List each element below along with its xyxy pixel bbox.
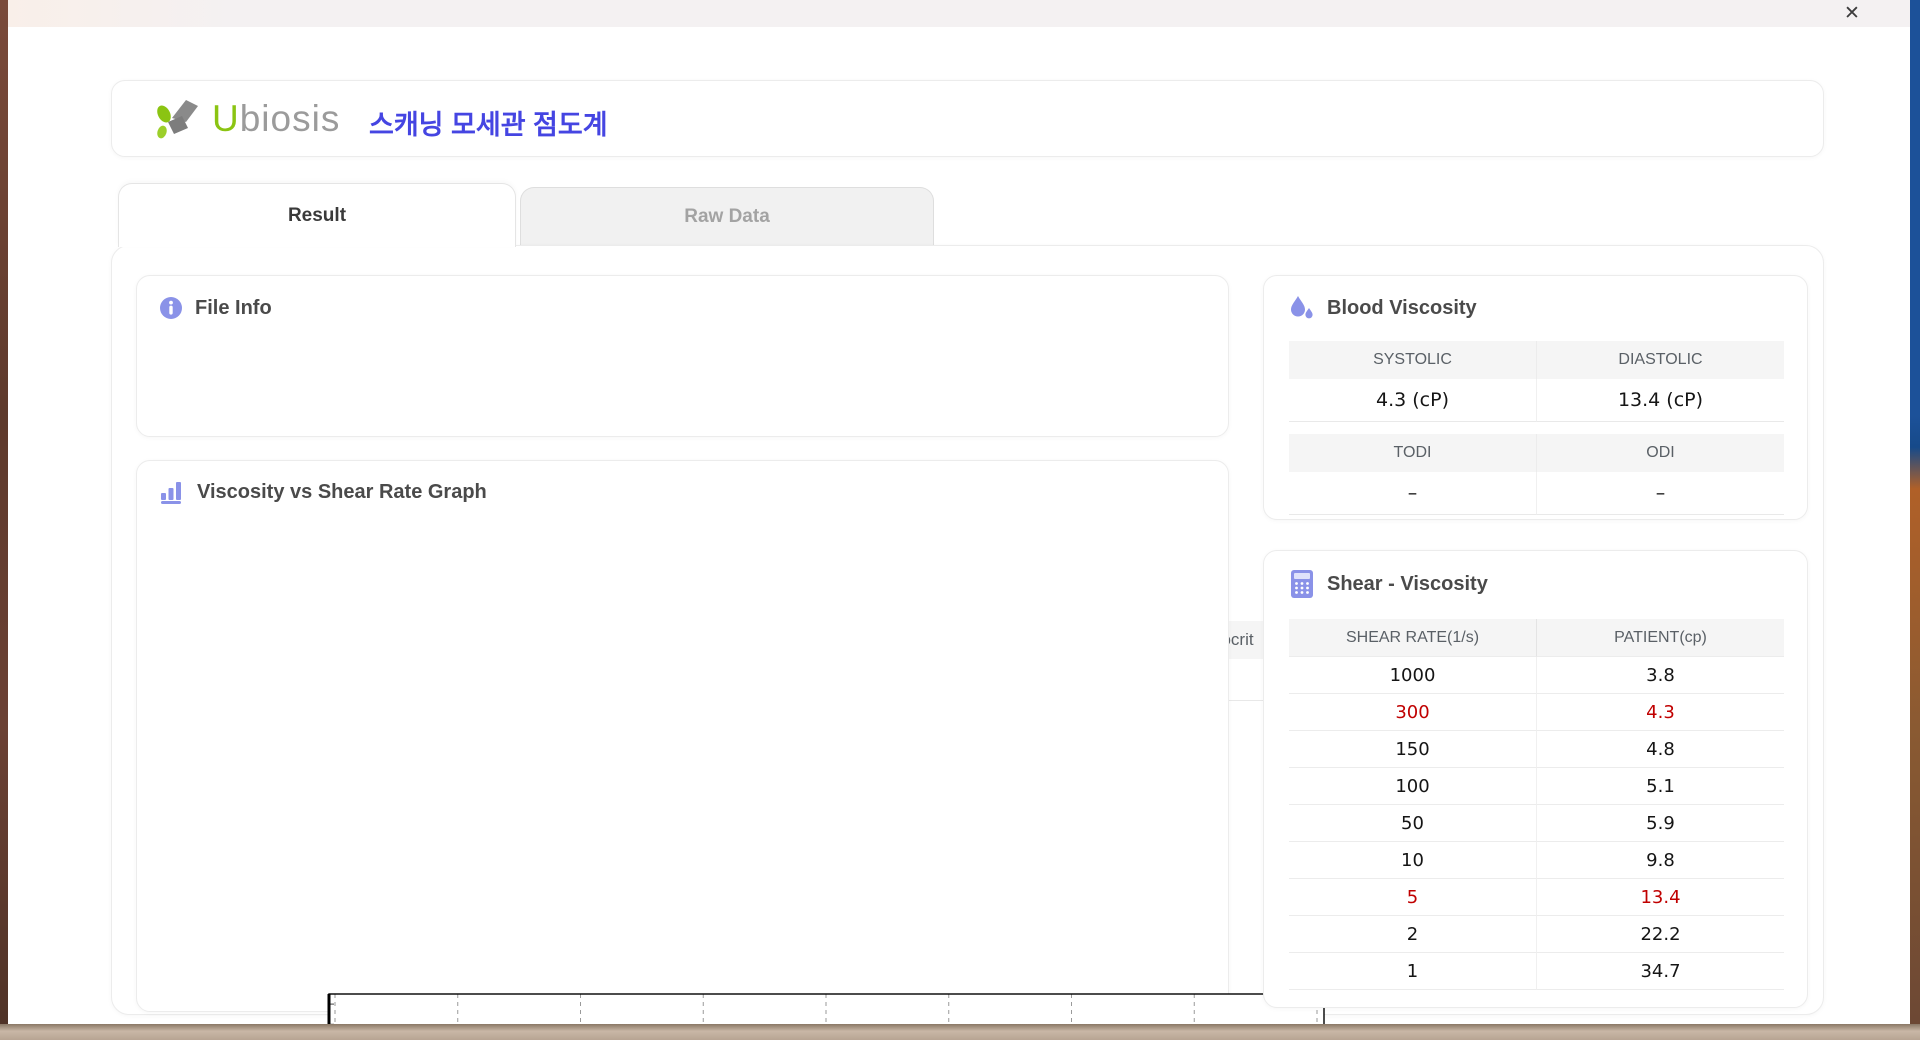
- patient-cell: 34.7: [1537, 953, 1784, 990]
- ubiosis-leaf-icon: [152, 92, 206, 147]
- shear-viscosity-table: SHEAR RATE(1/s) PATIENT(cp) 1000 3.8 300 4.…: [1289, 619, 1784, 990]
- systolic-header: SYSTOLIC: [1289, 341, 1537, 379]
- table-row: 1000 3.8: [1289, 657, 1784, 694]
- table-header-row: TODI ODI: [1289, 434, 1784, 472]
- table-row: 1 34.7: [1289, 953, 1784, 990]
- odi-value: –: [1537, 472, 1784, 515]
- patient-cell: 4.8: [1537, 731, 1784, 768]
- brand-logo: Ubiosis: [152, 95, 340, 143]
- blood-viscosity-table: SYSTOLIC DIASTOLIC 4.3 (cP) 13.4 (cP) TO…: [1289, 341, 1784, 515]
- shear-rate-column-header: SHEAR RATE(1/s): [1289, 619, 1537, 657]
- table-header-row: SYSTOLIC DIASTOLIC: [1289, 341, 1784, 379]
- table-row: 10 9.8: [1289, 842, 1784, 879]
- shear-rate-cell: 10: [1289, 842, 1537, 879]
- app-window: ✕ Ubiosis 스캐닝 모세관 점도계 Result Raw Data Fi…: [8, 0, 1910, 1040]
- table-row: 150 4.8: [1289, 731, 1784, 768]
- shear-rate-cell: 1000: [1289, 657, 1537, 694]
- blood-viscosity-title: Blood Viscosity: [1289, 294, 1477, 322]
- tab-result[interactable]: Result: [118, 183, 516, 247]
- table-header-row: SHEAR RATE(1/s) PATIENT(cp): [1289, 619, 1784, 657]
- shear-rate-cell: 100: [1289, 768, 1537, 805]
- shear-viscosity-title: Shear - Viscosity: [1289, 569, 1488, 599]
- shear-rate-cell: 5: [1289, 879, 1537, 916]
- diastolic-header: DIASTOLIC: [1618, 351, 1703, 368]
- app-title: 스캐닝 모세관 점도계: [369, 110, 608, 140]
- droplets-icon: [1289, 294, 1315, 322]
- patient-column-header: PATIENT(cp): [1537, 619, 1784, 657]
- file-info-title: File Info: [159, 296, 272, 320]
- table-row: 5 13.4: [1289, 879, 1784, 916]
- shear-viscosity-card: Shear - Viscosity SHEAR RATE(1/s) PATIEN…: [1263, 550, 1808, 1008]
- header-card: Ubiosis 스캐닝 모세관 점도계: [111, 80, 1824, 157]
- patient-cell: 4.3: [1537, 694, 1784, 731]
- diastolic-value: 13.4 (cP): [1537, 379, 1784, 422]
- desktop-edge-left: [0, 0, 8, 1040]
- table-row: 300 4.3: [1289, 694, 1784, 731]
- graph-title: Viscosity vs Shear Rate Graph: [159, 479, 487, 505]
- shear-rate-cell: 50: [1289, 805, 1537, 842]
- table-row: 2 22.2: [1289, 916, 1784, 953]
- close-icon[interactable]: ✕: [1840, 2, 1864, 25]
- shear-rate-cell: 300: [1289, 694, 1537, 731]
- table-row: 50 5.9: [1289, 805, 1784, 842]
- patient-cell: 5.1: [1537, 768, 1784, 805]
- window-titlebar: ✕: [8, 0, 1910, 27]
- shear-rate-cell: 2: [1289, 916, 1537, 953]
- todi-header: TODI: [1289, 434, 1537, 472]
- bar-chart-icon: [159, 479, 185, 505]
- info-icon: [159, 296, 183, 320]
- graph-card: Viscosity vs Shear Rate Graph 1251050100…: [136, 460, 1325, 1040]
- file-info-card: File Info Scanning Date 2025-08-28 Assem…: [136, 275, 1337, 701]
- tab-raw-data[interactable]: Raw Data: [520, 187, 934, 246]
- blood-viscosity-card: Blood Viscosity SYSTOLIC DIASTOLIC 4.3 (…: [1263, 275, 1808, 520]
- table-row: 100 5.1: [1289, 768, 1784, 805]
- patient-cell: 9.8: [1537, 842, 1784, 879]
- shear-rate-cell: 150: [1289, 731, 1537, 768]
- systolic-value: 4.3 (cP): [1289, 379, 1537, 422]
- patient-cell: 5.9: [1537, 805, 1784, 842]
- shear-rate-cell: 1: [1289, 953, 1537, 990]
- shear-table-rows: 1000 3.8 300 4.3 150 4.8 100 5.1 50 5.9 10 9.8 5 13.4…: [1289, 657, 1784, 990]
- odi-header: ODI: [1646, 444, 1675, 461]
- table-value-row: – –: [1289, 472, 1784, 515]
- patient-cell: 3.8: [1537, 657, 1784, 694]
- calculator-icon: [1289, 569, 1315, 599]
- table-value-row: 4.3 (cP) 13.4 (cP): [1289, 379, 1784, 422]
- brand-name: Ubiosis: [212, 98, 341, 139]
- patient-cell: 22.2: [1537, 916, 1784, 953]
- desktop-edge-bottom: [0, 1024, 1920, 1040]
- todi-value: –: [1289, 472, 1537, 515]
- patient-cell: 13.4: [1537, 879, 1784, 916]
